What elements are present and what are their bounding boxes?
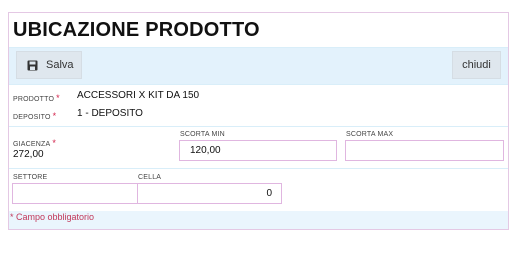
scorta-min-input[interactable]: 120,00: [179, 140, 337, 161]
deposito-value: 1 - DEPOSITO: [77, 108, 143, 119]
prodotto-label: PRODOTTO *: [13, 93, 60, 103]
prodotto-value: ACCESSORI X KIT DA 150: [77, 90, 200, 101]
save-button[interactable]: Salva: [16, 51, 82, 79]
settore-label: SETTORE: [13, 174, 48, 181]
required-fields-note: * Campo obbligatorio: [10, 212, 95, 222]
stock-section: GIACENZA * 272,00 SCORTA MIN 120,00 SCORT…: [9, 126, 508, 168]
giacenza-label: GIACENZA *: [13, 138, 57, 148]
scorta-max-label: SCORTA MAX: [346, 131, 394, 138]
toolbar: Salva chiudi: [9, 48, 508, 84]
product-location-panel: UBICAZIONE PRODOTTO Salva chiudi PRODOTT…: [8, 12, 509, 230]
location-section: SETTORE CELLA 0: [9, 168, 508, 211]
page-title: UBICAZIONE PRODOTTO: [13, 19, 260, 41]
deposito-label: DEPOSITO *: [13, 111, 57, 121]
settore-input[interactable]: [12, 183, 138, 204]
cella-label: CELLA: [138, 174, 162, 181]
scorta-max-input[interactable]: [345, 140, 504, 161]
cella-input[interactable]: 0: [137, 183, 282, 204]
save-button-label: Salva: [46, 59, 74, 71]
close-button[interactable]: chiudi: [452, 51, 501, 79]
title-bar: UBICAZIONE PRODOTTO: [9, 13, 508, 48]
product-section: PRODOTTO * ACCESSORI X KIT DA 150 DEPOSIT…: [9, 84, 508, 126]
scorta-min-label: SCORTA MIN: [180, 131, 225, 138]
giacenza-value: 272,00: [13, 149, 44, 160]
floppy-disk-icon: [27, 60, 38, 71]
